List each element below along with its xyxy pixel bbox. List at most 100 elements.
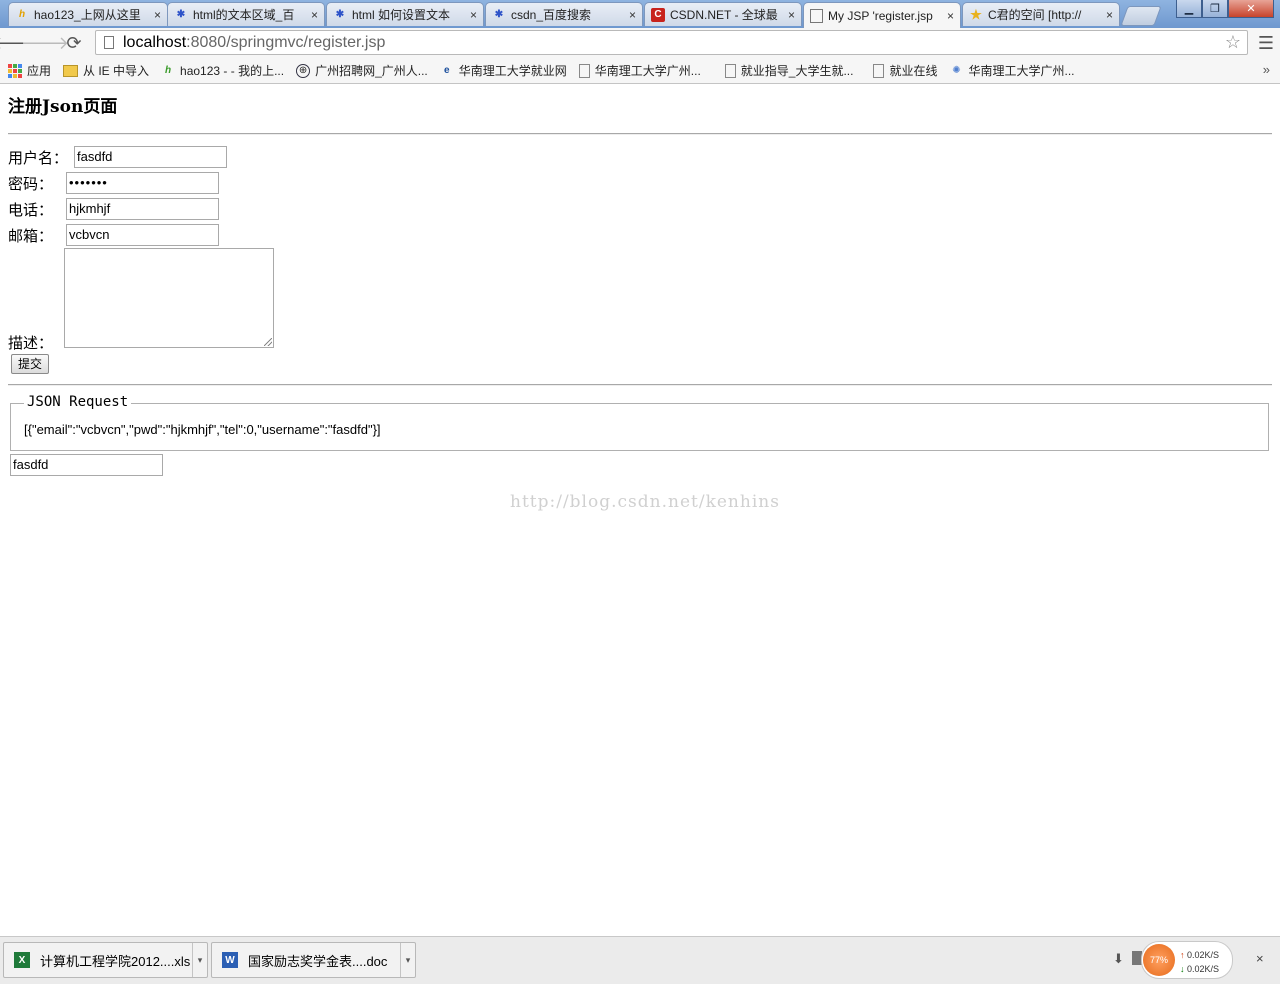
- document-icon: [810, 8, 823, 23]
- close-icon[interactable]: ×: [470, 8, 477, 22]
- download-filename: 国家励志奖学金表....doc: [248, 953, 388, 969]
- new-tab-button[interactable]: [1120, 6, 1162, 26]
- download-item-xls[interactable]: X 计算机工程学院2012....xls ▾: [3, 942, 208, 978]
- email-input[interactable]: vcbvcn: [66, 224, 219, 246]
- baidu-paw-icon: ✱: [176, 9, 186, 20]
- dropdown-arrow-icon[interactable]: ▾: [400, 943, 415, 977]
- page-icon: [873, 63, 885, 78]
- password-label: 密码：: [8, 175, 54, 193]
- bookmark-gz-jobs[interactable]: ⊕ 广州招聘网_广州人...: [296, 62, 428, 79]
- close-icon[interactable]: ×: [1106, 8, 1113, 22]
- tab-title: C君的空间 [http://: [988, 8, 1082, 22]
- browser-toolbar: 🡐 🡒 ⟳ localhost:8080/springmvc/register.…: [0, 28, 1280, 58]
- json-output: [{"email":"vcbvcn","pwd":"hjkmhjf","tel"…: [24, 422, 381, 437]
- tab-c-space[interactable]: ★ C君的空间 [http:// ×: [962, 2, 1120, 26]
- tab-hao123[interactable]: h hao123_上网从这里 ×: [8, 2, 168, 26]
- close-icon[interactable]: ×: [629, 8, 636, 22]
- hamburger-menu-icon[interactable]: ☰: [1258, 33, 1274, 54]
- window-controls: ▁ ❐ ✕: [1176, 0, 1274, 18]
- username-label: 用户名：: [8, 149, 69, 167]
- reload-icon[interactable]: ⟳: [61, 30, 87, 56]
- tab-strip: h hao123_上网从这里 × ✱ html的文本区域_百 × ✱ html …: [0, 0, 1280, 28]
- json-request-fieldset: JSON Request [{"email":"vcbvcn","pwd":"h…: [10, 394, 1269, 451]
- download-speed-value: 0.02K/S: [1187, 964, 1220, 974]
- star-icon: ★: [970, 6, 982, 22]
- tab-title: hao123_上网从这里: [34, 8, 141, 22]
- tab-register-jsp[interactable]: My JSP 'register.jsp ×: [803, 2, 961, 28]
- tab-csdn-baidu[interactable]: ✱ csdn_百度搜索 ×: [485, 2, 643, 26]
- tab-title: My JSP 'register.jsp: [828, 8, 933, 23]
- tab-title: CSDN.NET - 全球最: [670, 8, 778, 22]
- page-content: 注册Json页面 用户名： fasdfd 密码： ••••••• 电话： hjk…: [0, 84, 1280, 936]
- page-title: 注册Json页面: [8, 97, 118, 117]
- hao123-icon: h: [18, 9, 26, 20]
- tab-csdn-net[interactable]: C CSDN.NET - 全球最 ×: [644, 2, 802, 26]
- tab-title: html的文本区域_百: [193, 8, 295, 22]
- network-speed-widget: 77% ↑ 0.02K/S ↓ 0.02K/S: [1141, 941, 1233, 979]
- globe-icon: ✺: [952, 65, 961, 76]
- bookmark-label: 就业指导_大学生就...: [740, 64, 854, 78]
- download-speed: ↓ 0.02K/S: [1180, 964, 1219, 974]
- resize-grip-icon[interactable]: [264, 338, 272, 346]
- download-arrow-icon[interactable]: ⬇: [1113, 951, 1124, 967]
- bookmark-label: 就业在线: [889, 64, 938, 78]
- bookmark-scut-gz-2[interactable]: ✺ 华南理工大学广州...: [950, 62, 1075, 79]
- close-shelf-icon[interactable]: ×: [1256, 951, 1264, 966]
- url-host: localhost: [123, 33, 187, 51]
- download-item-doc[interactable]: W 国家励志奖学金表....doc ▾: [211, 942, 416, 978]
- minimize-icon[interactable]: ▁: [1176, 0, 1202, 18]
- phone-input[interactable]: hjkmhjf: [66, 198, 219, 220]
- bookmark-scut-jobs[interactable]: e 华南理工大学就业网: [440, 62, 567, 79]
- close-icon[interactable]: ×: [788, 8, 795, 22]
- bookmark-label: 广州招聘网_广州人...: [315, 64, 428, 78]
- close-icon[interactable]: ×: [947, 9, 954, 23]
- tab-html-textarea[interactable]: ✱ html的文本区域_百 ×: [167, 2, 325, 26]
- tab-title: csdn_百度搜索: [511, 8, 592, 22]
- word-file-icon: W: [222, 952, 238, 968]
- tab-title: html 如何设置文本: [352, 8, 451, 22]
- cpu-usage-badge: 77%: [1143, 944, 1175, 976]
- bookmarks-overflow-chevron-icon[interactable]: »: [1263, 62, 1270, 77]
- close-icon[interactable]: ×: [154, 8, 161, 22]
- bookmark-career-guide[interactable]: 就业指导_大学生就...: [724, 62, 854, 79]
- forward-arrow-icon[interactable]: 🡒: [21, 30, 69, 56]
- username-input[interactable]: fasdfd: [74, 146, 227, 168]
- download-filename: 计算机工程学院2012....xls: [40, 953, 191, 969]
- bookmark-label: hao123 - - 我的上...: [180, 64, 285, 78]
- close-icon[interactable]: ×: [311, 8, 318, 22]
- bookmark-apps[interactable]: 应用: [8, 62, 51, 79]
- apps-grid-icon: [8, 63, 22, 78]
- ie-logo-icon: e: [443, 65, 450, 76]
- dropdown-arrow-icon[interactable]: ▾: [192, 943, 207, 977]
- description-textarea[interactable]: [64, 248, 274, 348]
- baidu-paw-icon: ✱: [335, 9, 345, 20]
- url-path: :8080/springmvc/register.jsp: [186, 33, 386, 51]
- address-bar[interactable]: localhost:8080/springmvc/register.jsp ☆: [95, 30, 1248, 55]
- email-label: 邮箱：: [8, 227, 54, 245]
- restore-icon[interactable]: ❐: [1202, 0, 1228, 18]
- tab-html-settext[interactable]: ✱ html 如何设置文本 ×: [326, 2, 484, 26]
- download-arrow-icon: ↓: [1180, 964, 1185, 974]
- watermark: http://blog.csdn.net/kenhins: [510, 492, 780, 512]
- submit-button[interactable]: 提交: [11, 354, 50, 374]
- phone-label: 电话：: [8, 201, 54, 219]
- bookmark-scut-gz-1[interactable]: 华南理工大学广州...: [578, 62, 701, 79]
- window-close-icon[interactable]: ✕: [1228, 0, 1274, 18]
- upload-arrow-icon: ↑: [1180, 950, 1185, 960]
- description-label: 描述：: [8, 334, 54, 352]
- download-shelf: X 计算机工程学院2012....xls ▾ W 国家励志奖学金表....doc…: [0, 936, 1280, 984]
- bookmark-hao123[interactable]: h hao123 - - 我的上...: [161, 62, 284, 79]
- bookmark-star-icon[interactable]: ☆: [1225, 32, 1241, 53]
- page-icon: [724, 63, 736, 78]
- bookmark-jobs-online[interactable]: 就业在线: [873, 62, 938, 79]
- globe-icon: ⊕: [296, 63, 311, 78]
- divider: [8, 133, 1272, 135]
- result-input[interactable]: fasdfd: [10, 454, 163, 476]
- page-icon: [578, 63, 590, 78]
- bookmark-ie-import[interactable]: 从 IE 中导入: [63, 62, 149, 79]
- bookmark-label: 华南理工大学广州...: [968, 64, 1075, 78]
- hao123-icon: h: [164, 65, 172, 76]
- divider: [8, 384, 1272, 386]
- page-icon: [104, 36, 114, 49]
- password-input[interactable]: •••••••: [66, 172, 219, 194]
